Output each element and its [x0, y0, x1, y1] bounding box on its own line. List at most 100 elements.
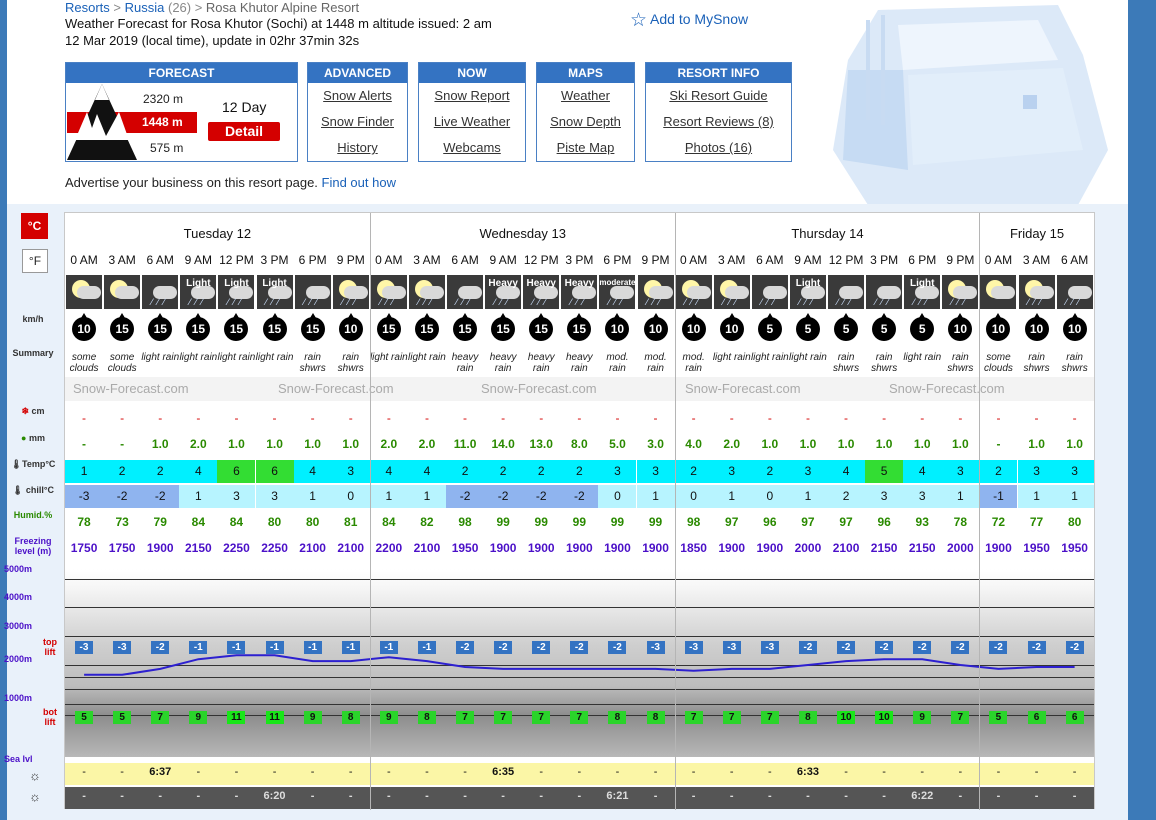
day-divider: [369, 213, 371, 810]
watermark-row: Snow-Forecast.com Snow-Forecast.com Snow…: [65, 377, 1094, 401]
top-altitude-label[interactable]: 2320 m: [143, 92, 183, 106]
altitude-2000-label: 2000m: [4, 654, 33, 664]
snow-value: -: [577, 411, 582, 425]
fahrenheit-toggle[interactable]: °F: [22, 249, 48, 273]
wind-chill-value: 1: [293, 485, 332, 508]
forecast-box-header: FORECAST: [66, 63, 297, 83]
sunrise-value: -: [196, 766, 201, 778]
time-label: 6 AM: [1060, 253, 1089, 267]
sunrise-value: -: [844, 766, 848, 778]
cloud-icon: [77, 286, 101, 299]
find-out-how-link[interactable]: Find out how: [322, 175, 396, 190]
wind-chill-value: 3: [903, 485, 942, 508]
wind-chill-value: -2: [522, 485, 561, 508]
cloud-icon: [991, 286, 1016, 299]
weather-icon: ⁄ ⁄ ⁄: [942, 275, 979, 309]
weather-summary: rain shwrs: [947, 352, 974, 374]
breadcrumb-country-link[interactable]: Russia: [125, 0, 165, 15]
sunset-value: -: [844, 790, 848, 802]
history-link[interactable]: History: [308, 135, 407, 161]
temperature-value: 4: [903, 460, 942, 483]
now-menu-header: NOW: [419, 63, 525, 83]
altitude-1000-label: 1000m: [4, 693, 33, 703]
snow-value: -: [1034, 411, 1039, 425]
top-lift-temperature: -2: [570, 641, 589, 654]
snow-depth-link[interactable]: Snow Depth: [537, 109, 634, 135]
weather-map-link[interactable]: Weather: [537, 83, 634, 109]
celsius-toggle[interactable]: °C: [21, 213, 48, 239]
watermark-text: Snow-Forecast.com: [73, 381, 189, 396]
weather-summary: light rain: [179, 352, 218, 363]
add-to-mysnow-link[interactable]: ☆ Add to MySnow: [630, 9, 748, 32]
wind-chill-value: 1: [941, 485, 980, 508]
rain-drops-icon: ⁄ ⁄ ⁄: [379, 297, 395, 307]
bottom-lift-temperature: 7: [151, 711, 170, 724]
temperature-value: 4: [369, 460, 408, 483]
sunrise-value: -: [387, 766, 391, 778]
humidity-value: 99: [534, 515, 548, 529]
photos-link[interactable]: Photos (16): [646, 135, 791, 161]
time-label: 0 AM: [70, 253, 98, 267]
bottom-lift-temperature: 7: [684, 711, 703, 724]
sunrise-value: -: [1034, 766, 1039, 778]
bottom-lift-temperature: 7: [760, 711, 779, 724]
sunrise-value: -: [234, 766, 239, 778]
current-altitude-label[interactable]: 1448 m: [142, 115, 183, 129]
bottom-lift-label: bot lift: [40, 707, 60, 727]
bottom-altitude-label[interactable]: 575 m: [150, 141, 183, 155]
sunset-value: -: [387, 790, 391, 802]
freezing-level-value: 2100: [832, 541, 860, 555]
top-lift-temperature: -3: [684, 641, 703, 654]
rain-value: 5.0: [609, 437, 626, 451]
weather-intensity-label: Heavy: [488, 278, 518, 289]
lift-label: lift: [44, 717, 56, 727]
temperature-value: 4: [407, 460, 446, 483]
temperature-value: 1: [65, 460, 104, 483]
weather-icon: ⁄ ⁄ ⁄ Heavy: [561, 275, 598, 309]
bottom-lift-temperature: 10: [875, 711, 894, 724]
snow-report-link[interactable]: Snow Report: [419, 83, 525, 109]
top-lift-temperature: -2: [798, 641, 817, 654]
wind-chill-value: 1: [407, 485, 446, 508]
bottom-lift-temperature: 7: [456, 711, 474, 724]
ski-resort-guide-link[interactable]: Ski Resort Guide: [646, 83, 791, 109]
freezing-level-value: 1900: [985, 541, 1012, 555]
weather-summary: heavy rain: [527, 352, 555, 374]
temperature-value: 3: [1055, 460, 1094, 483]
sunrise-value: -: [425, 766, 429, 778]
wind-chill-value: 1: [1017, 485, 1056, 508]
bottom-lift-temperature: 5: [75, 711, 93, 724]
wind-speed-icon: 10: [948, 313, 973, 341]
wind-speed-icon: 10: [986, 313, 1011, 341]
weather-icon: [104, 275, 141, 309]
piste-map-link[interactable]: Piste Map: [537, 135, 634, 161]
detail-button[interactable]: Detail: [208, 122, 280, 141]
wind-chill-value: -1: [979, 485, 1018, 508]
wind-speed-icon: 15: [567, 313, 592, 341]
humidity-value: 96: [763, 515, 777, 529]
temperature-value: 3: [788, 460, 827, 483]
weather-summary: mod. rain: [682, 352, 705, 374]
bottom-lift-temperature: 6: [1027, 711, 1046, 724]
time-label: 6 AM: [451, 253, 479, 267]
resort-reviews-link[interactable]: Resort Reviews (8): [646, 109, 791, 135]
snow-finder-link[interactable]: Snow Finder: [308, 109, 407, 135]
sunset-value: -: [463, 790, 467, 802]
rain-value: -: [996, 437, 1001, 451]
time-label: 9 AM: [794, 253, 822, 267]
live-weather-link[interactable]: Live Weather: [419, 109, 525, 135]
weather-intensity-label: Light: [910, 278, 935, 289]
webcams-link[interactable]: Webcams: [419, 135, 525, 161]
breadcrumb-resorts-link[interactable]: Resorts: [65, 0, 110, 15]
wind-speed-icon: 10: [1024, 313, 1049, 341]
wind-speed-icon: 5: [757, 313, 782, 341]
weather-summary: mod. rain: [606, 352, 629, 374]
time-label: 9 PM: [641, 253, 670, 267]
wind-chill-value: -2: [484, 485, 523, 508]
humidity-value: 80: [1067, 515, 1082, 529]
temperature-value: 2: [103, 460, 142, 483]
snow-alerts-link[interactable]: Snow Alerts: [308, 83, 407, 109]
rain-drops-icon: ⁄ ⁄ ⁄: [456, 297, 471, 307]
sunset-icon: ☼: [29, 789, 41, 804]
day-divider: [674, 213, 676, 810]
